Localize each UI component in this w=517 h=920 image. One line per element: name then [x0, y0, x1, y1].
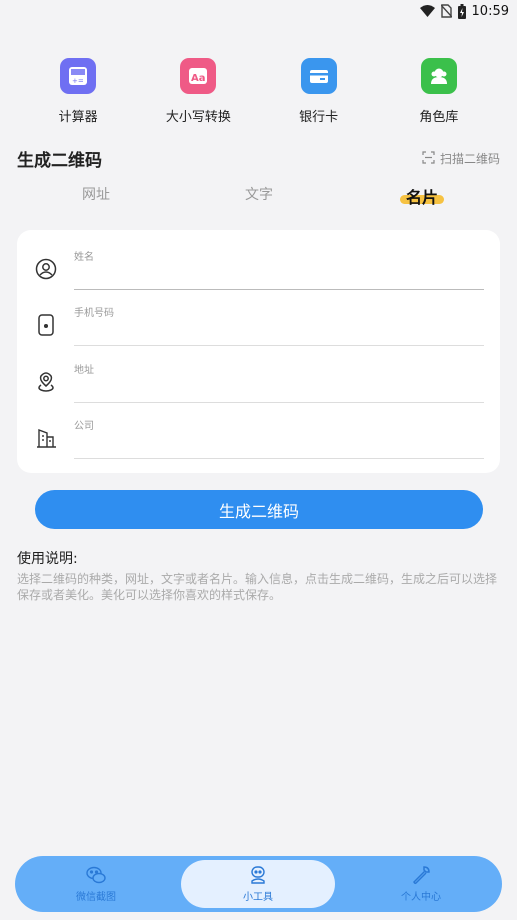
status-time: 10:59 — [471, 3, 509, 19]
address-field[interactable]: 地址 — [17, 347, 500, 403]
calculator-icon: += — [60, 58, 97, 94]
wifi-icon — [419, 4, 435, 18]
scan-qr-button[interactable]: 扫描二维码 — [422, 150, 500, 167]
no-sim-icon — [440, 4, 452, 18]
nav-tools[interactable]: 小工具 — [181, 860, 335, 908]
section-title: 生成二维码 — [17, 151, 102, 171]
bottom-nav: 微信截图 小工具 个人中心 — [15, 856, 502, 912]
qr-type-tabs: 网址 文字 名片 — [0, 184, 517, 210]
tool-letter-case[interactable]: Aa 大小写转换 — [143, 58, 253, 125]
phone-field[interactable]: 手机号码 — [17, 290, 500, 346]
wrench-icon — [411, 865, 431, 885]
company-label: 公司 — [74, 421, 94, 432]
help-text: 选择二维码的种类，网址，文字或者名片。输入信息，点击生成二维码，生成之后可以选择… — [17, 572, 498, 602]
svg-text:Aa: Aa — [191, 73, 206, 84]
nav-wechat-screenshot[interactable]: 微信截图 — [19, 860, 173, 908]
tool-character-library[interactable]: 角色库 — [384, 58, 494, 125]
battery-charging-icon — [457, 3, 466, 19]
help-title: 使用说明: — [17, 551, 78, 567]
tool-bank-card[interactable]: 银行卡 — [264, 58, 374, 125]
scan-label: 扫描二维码 — [439, 152, 500, 166]
company-field[interactable]: 公司 — [17, 403, 500, 459]
tool-label: 银行卡 — [299, 110, 339, 125]
tab-business-card[interactable]: 名片 — [406, 184, 438, 208]
tab-text[interactable]: 文字 — [245, 184, 273, 204]
tool-calculator[interactable]: += 计算器 — [23, 58, 133, 125]
letter-case-icon: Aa — [180, 58, 217, 94]
scan-icon — [422, 150, 435, 167]
field-underline — [74, 458, 484, 459]
section-header: 生成二维码 扫描二维码 — [17, 146, 500, 171]
tab-url[interactable]: 网址 — [82, 184, 110, 204]
wechat-icon — [86, 865, 106, 885]
phone-label: 手机号码 — [74, 308, 114, 319]
svg-text:+=: += — [72, 77, 84, 85]
character-library-icon — [420, 58, 457, 94]
name-field[interactable]: 姓名 — [17, 234, 500, 290]
tool-shortcuts: += 计算器 Aa 大小写转换 银行卡 角色库 — [0, 58, 517, 125]
name-label: 姓名 — [74, 252, 94, 263]
bank-card-icon — [300, 58, 337, 94]
robot-icon — [248, 865, 268, 885]
person-icon — [35, 258, 57, 280]
nav-label: 小工具 — [243, 892, 273, 903]
tool-label: 大小写转换 — [165, 110, 231, 125]
field-underline — [74, 345, 484, 346]
status-bar: 10:59 — [0, 0, 517, 22]
phone-icon — [35, 314, 57, 336]
tool-label: 角色库 — [419, 110, 459, 125]
nav-label: 微信截图 — [76, 892, 116, 903]
company-building-icon — [35, 427, 57, 449]
generate-qr-button[interactable]: 生成二维码 — [35, 490, 483, 529]
nav-label: 个人中心 — [401, 892, 441, 903]
tool-label: 计算器 — [58, 110, 98, 125]
nav-personal-center[interactable]: 个人中心 — [344, 860, 498, 908]
business-card-form: 姓名 手机号码 地址 公司 — [17, 230, 500, 473]
address-label: 地址 — [74, 365, 94, 376]
location-icon — [35, 371, 57, 393]
